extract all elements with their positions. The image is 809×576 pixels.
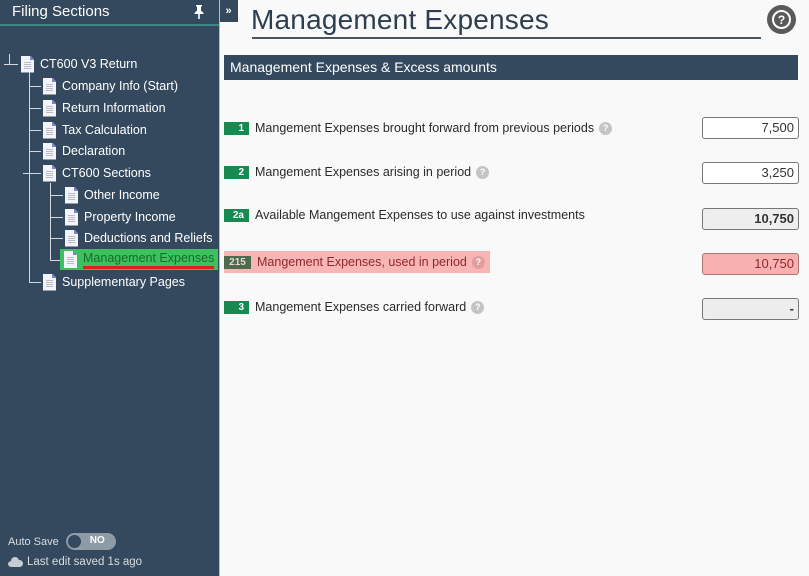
row-label: Mangement Expenses arising in period — [255, 165, 472, 179]
document-icon — [43, 273, 56, 291]
amount-input-box-215[interactable]: 10,750 — [702, 253, 799, 275]
tree-connector — [50, 260, 60, 261]
pin-icon[interactable] — [193, 5, 205, 19]
document-icon — [21, 55, 34, 73]
form-row-box-2: 2 Mangement Expenses arising in period ? — [224, 162, 490, 182]
cloud-icon — [8, 557, 23, 567]
document-icon — [43, 99, 56, 117]
tree-item-tax-calculation[interactable]: Tax Calculation — [43, 120, 147, 140]
page-title: Management Expenses — [251, 4, 549, 35]
form-row-box-2a: 2a Available Mangement Expenses to use a… — [224, 205, 585, 225]
autosave-label: Auto Save — [8, 535, 59, 548]
document-icon — [64, 251, 77, 268]
tree-item-label: Deductions and Reliefs — [84, 231, 213, 245]
box-number-badge: 1 — [224, 121, 249, 135]
help-icon[interactable]: ? — [471, 255, 485, 269]
tree-item-label: Other Income — [84, 188, 160, 202]
form-row-box-215: 215 Mangement Expenses, used in period ? — [224, 251, 490, 273]
amount-field-box-3: - — [702, 298, 799, 320]
tree-connector — [29, 108, 41, 109]
main-content: Management Expenses ? Management Expense… — [219, 0, 809, 576]
autosave-control: Auto Save NO — [8, 533, 116, 550]
tree-connector — [29, 282, 41, 283]
sidebar-header: Filing Sections — [0, 0, 219, 26]
tree-item-declaration[interactable]: Declaration — [43, 141, 125, 161]
section-header: Management Expenses & Excess amounts — [224, 55, 798, 80]
box-number-badge: 2 — [224, 165, 249, 179]
amount-field-box-2a: 10,750 — [702, 208, 799, 230]
last-edit-text: Last edit saved 1s ago — [27, 556, 143, 568]
tree-connector — [29, 130, 41, 131]
tree-item-label: Property Income — [84, 210, 176, 224]
tree-item-ct600-v3-return[interactable]: CT600 V3 Return — [21, 54, 137, 74]
tree-item-other-income[interactable]: Other Income — [65, 185, 160, 205]
document-icon — [43, 121, 56, 139]
tree-item-property-income[interactable]: Property Income — [65, 207, 176, 227]
title-divider — [252, 37, 761, 39]
toggle-knob — [67, 535, 81, 548]
tree-item-label: Return Information — [62, 101, 166, 115]
document-icon — [65, 186, 78, 204]
document-icon — [65, 229, 78, 247]
box-number-badge: 215 — [224, 255, 251, 269]
row-label: Available Mangement Expenses to use agai… — [255, 208, 585, 222]
amount-input-box-1[interactable]: 7,500 — [702, 117, 799, 139]
box-number-badge: 3 — [224, 300, 249, 314]
tree-item-deductions-and-reliefs[interactable]: Deductions and Reliefs — [65, 228, 213, 248]
tree-item-return-information[interactable]: Return Information — [43, 98, 166, 118]
row-label: Mangement Expenses brought forward from … — [255, 121, 595, 135]
form-row-box-3: 3 Mangement Expenses carried forward ? — [224, 297, 485, 317]
tree-connector — [4, 64, 18, 65]
tree-connector — [50, 217, 63, 218]
tree-connector — [50, 195, 63, 196]
filing-sections-sidebar: Filing Sections CT600 V3 Return Company … — [0, 0, 219, 576]
form-row-box-1: 1 Mangement Expenses brought forward fro… — [224, 118, 613, 138]
document-icon — [43, 77, 56, 95]
tree-connector — [29, 86, 41, 87]
document-icon — [65, 208, 78, 226]
tree-connector — [29, 72, 30, 282]
help-icon: ? — [772, 10, 791, 29]
tree-item-management-expenses[interactable]: Management Expenses — [60, 249, 219, 270]
document-icon — [43, 142, 56, 160]
tree-item-label: Management Expenses — [83, 251, 215, 269]
tree-item-label: CT600 V3 Return — [40, 57, 138, 71]
tree-item-label: CT600 Sections — [62, 166, 151, 180]
last-edit-status: Last edit saved 1s ago — [8, 556, 142, 568]
tree-item-label: Supplementary Pages — [62, 275, 185, 289]
tree-connector — [9, 54, 10, 64]
row-label: Mangement Expenses, used in period — [257, 255, 467, 269]
autosave-toggle[interactable]: NO — [65, 533, 116, 550]
document-icon — [43, 164, 56, 182]
toggle-state: NO — [89, 535, 105, 546]
row-label: Mangement Expenses carried forward — [255, 300, 467, 314]
help-icon[interactable]: ? — [476, 165, 490, 179]
tree-item-supplementary-pages[interactable]: Supplementary Pages — [43, 272, 185, 292]
tree-connector — [29, 151, 41, 152]
tree-item-company-info[interactable]: Company Info (Start) — [43, 76, 178, 96]
help-icon[interactable]: ? — [599, 121, 613, 135]
tree-item-label: Tax Calculation — [62, 123, 147, 137]
help-button[interactable]: ? — [767, 5, 796, 34]
tree-item-label: Company Info (Start) — [62, 79, 179, 93]
tree-connector — [23, 173, 41, 174]
sidebar-title: Filing Sections — [12, 3, 110, 20]
tree-item-label: Declaration — [62, 144, 126, 158]
help-icon[interactable]: ? — [471, 300, 485, 314]
tree-item-ct600-sections[interactable]: CT600 Sections — [43, 163, 151, 183]
tree-connector — [50, 238, 63, 239]
box-number-badge: 2a — [224, 208, 249, 222]
amount-input-box-2[interactable]: 3,250 — [702, 162, 799, 184]
